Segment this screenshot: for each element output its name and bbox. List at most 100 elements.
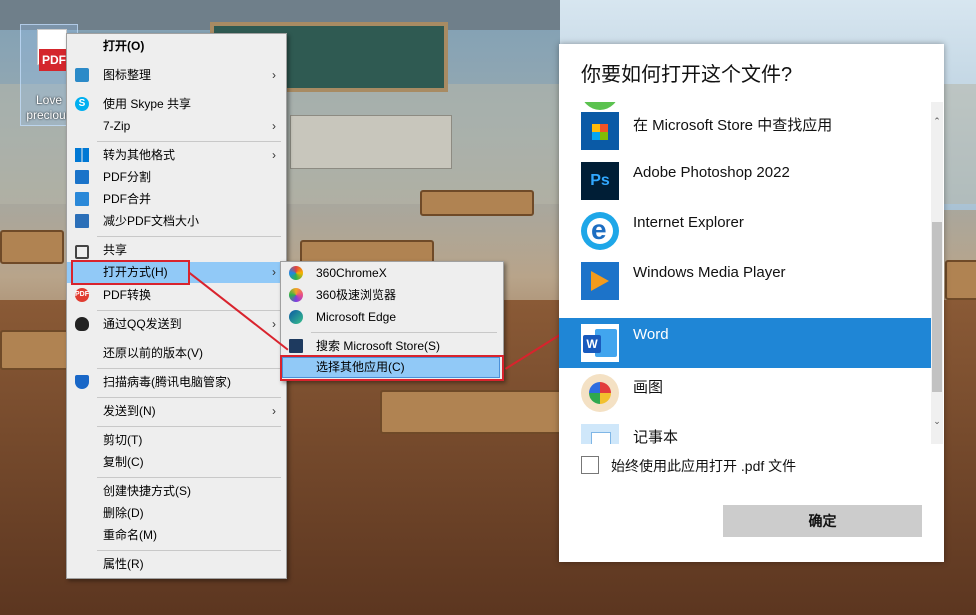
- menu-item-label: 通过QQ发送到: [103, 317, 182, 331]
- annotation-box-open-with: [71, 260, 190, 285]
- menu-item-pdf-reduce[interactable]: 减少PDF文档大小: [67, 211, 286, 232]
- menu-item-label: 还原以前的版本(V): [103, 346, 203, 360]
- ok-button[interactable]: 确定: [723, 505, 922, 537]
- 360-browser-icon: [289, 288, 303, 302]
- menu-separator: [97, 397, 281, 398]
- menu-item-label: 共享: [103, 243, 128, 257]
- annotation-box-choose-other: [280, 355, 504, 381]
- submenu-item-search-store[interactable]: 搜索 Microsoft Store(S): [281, 336, 503, 357]
- app-item-internet-explorer[interactable]: Internet Explorer: [559, 206, 931, 256]
- photoshop-icon: Ps: [581, 162, 619, 200]
- pdf-split-icon: [75, 170, 89, 184]
- app-name: Word: [633, 326, 669, 343]
- menu-item-share[interactable]: 共享: [67, 240, 286, 261]
- notepad-icon: [581, 424, 619, 444]
- menu-item-label: 扫描病毒(腾讯电脑管家): [103, 375, 231, 389]
- scroll-up-icon[interactable]: ⌃: [931, 114, 943, 128]
- wallpaper-desk: [380, 390, 564, 434]
- menu-item-restore-versions[interactable]: 还原以前的版本(V): [67, 343, 286, 364]
- app-item-notepad[interactable]: 记事本: [559, 418, 931, 444]
- menu-item-label: 360极速浏览器: [316, 288, 397, 302]
- word-icon: W: [581, 324, 619, 362]
- menu-item-7zip[interactable]: 7-Zip ›: [67, 116, 286, 137]
- pdf-convert-icon: PDF: [75, 288, 89, 302]
- chevron-right-icon: ›: [272, 265, 276, 279]
- always-use-checkbox[interactable]: [581, 456, 599, 474]
- chevron-right-icon: ›: [272, 317, 276, 331]
- menu-item-copy[interactable]: 复制(C): [67, 452, 286, 473]
- menu-item-label: PDF转换: [103, 288, 152, 302]
- menu-separator: [97, 236, 281, 237]
- always-use-label: 始终使用此应用打开 .pdf 文件: [611, 458, 797, 474]
- pdf-compress-icon: [75, 214, 89, 228]
- menu-item-label: 剪切(T): [103, 433, 143, 447]
- app-name: 记事本: [633, 429, 679, 444]
- menu-item-label: 减少PDF文档大小: [103, 214, 200, 228]
- app-name: 在 Microsoft Store 中查找应用: [633, 117, 833, 134]
- menu-item-label: 360ChromeX: [316, 266, 387, 280]
- pdf-merge-icon: [75, 192, 89, 206]
- shield-icon: [75, 375, 89, 389]
- menu-item-label: 删除(D): [103, 506, 144, 520]
- menu-item-label: Microsoft Edge: [316, 310, 397, 324]
- chevron-right-icon: ›: [272, 119, 276, 133]
- menu-item-label: 使用 Skype 共享: [103, 97, 192, 111]
- app-list-scrollbar[interactable]: ⌃ ⌄: [931, 102, 943, 444]
- app-list: 在 Microsoft Store 中查找应用 Ps Adobe Photosh…: [559, 102, 931, 444]
- menu-item-scan-virus[interactable]: 扫描病毒(腾讯电脑管家): [67, 372, 286, 393]
- menu-item-convert-format[interactable]: 转为其他格式 ›: [67, 145, 286, 166]
- menu-item-properties[interactable]: 属性(R): [67, 554, 286, 575]
- submenu-item-360-browser[interactable]: 360极速浏览器: [281, 285, 503, 306]
- menu-item-skype-share[interactable]: S 使用 Skype 共享: [67, 94, 286, 115]
- menu-item-pdf-merge[interactable]: PDF合并: [67, 189, 286, 210]
- menu-separator: [311, 332, 497, 333]
- menu-item-rename[interactable]: 重命名(M): [67, 525, 286, 546]
- chevron-right-icon: ›: [272, 68, 276, 82]
- share-icon: [75, 245, 89, 259]
- scrollbar-thumb[interactable]: [932, 222, 942, 392]
- wallpaper-cabinet: [290, 115, 452, 169]
- app-name: Windows Media Player: [633, 264, 786, 281]
- wallpaper-desk: [945, 260, 976, 300]
- app-item-store[interactable]: 在 Microsoft Store 中查找应用: [559, 106, 931, 156]
- menu-item-label: 创建快捷方式(S): [103, 484, 191, 498]
- app-item-paint[interactable]: 画图: [559, 368, 931, 418]
- menu-item-send-to[interactable]: 发送到(N) ›: [67, 401, 286, 422]
- open-with-dialog: 你要如何打开这个文件? 在 Microsoft Store 中查找应用 Ps A…: [559, 44, 944, 562]
- chevron-right-icon: ›: [272, 404, 276, 418]
- scroll-down-icon[interactable]: ⌄: [931, 414, 943, 428]
- menu-separator: [97, 550, 281, 551]
- pdf-file-icon: PDF: [39, 49, 69, 71]
- chevron-right-icon: ›: [272, 148, 276, 162]
- wallpaper-desk: [0, 330, 70, 370]
- menu-item-delete[interactable]: 删除(D): [67, 503, 286, 524]
- menu-item-label: 重命名(M): [103, 528, 157, 542]
- menu-separator: [97, 310, 281, 311]
- menu-item-pdf-convert[interactable]: PDF PDF转换: [67, 285, 286, 306]
- edge-icon: [289, 310, 303, 324]
- submenu-item-360chromex[interactable]: 360ChromeX: [281, 263, 503, 284]
- menu-separator: [97, 426, 281, 427]
- menu-item-label: 搜索 Microsoft Store(S): [316, 339, 441, 353]
- paint-icon: [581, 374, 619, 412]
- submenu-item-edge[interactable]: Microsoft Edge: [281, 307, 503, 328]
- app-name: Adobe Photoshop 2022: [633, 164, 790, 181]
- menu-item-open[interactable]: 打开(O): [67, 36, 286, 57]
- app-name: Internet Explorer: [633, 214, 744, 231]
- skype-icon: S: [75, 97, 89, 111]
- app-item-word[interactable]: W Word: [559, 318, 931, 368]
- menu-item-create-shortcut[interactable]: 创建快捷方式(S): [67, 481, 286, 502]
- wallpaper-desk: [420, 190, 534, 216]
- menu-separator: [97, 141, 281, 142]
- menu-item-arrange[interactable]: 图标整理 ›: [67, 65, 286, 86]
- app-item-media-player[interactable]: Windows Media Player: [559, 256, 931, 306]
- app-name: 画图: [633, 379, 664, 396]
- internet-explorer-icon: [581, 212, 619, 250]
- monitor-icon: [75, 68, 89, 82]
- menu-item-pdf-split[interactable]: PDF分割: [67, 167, 286, 188]
- app-item-photoshop[interactable]: Ps Adobe Photoshop 2022: [559, 156, 931, 206]
- store-icon: [581, 112, 619, 150]
- menu-item-cut[interactable]: 剪切(T): [67, 430, 286, 451]
- menu-item-label: 属性(R): [103, 557, 144, 571]
- qq-icon: [75, 317, 89, 331]
